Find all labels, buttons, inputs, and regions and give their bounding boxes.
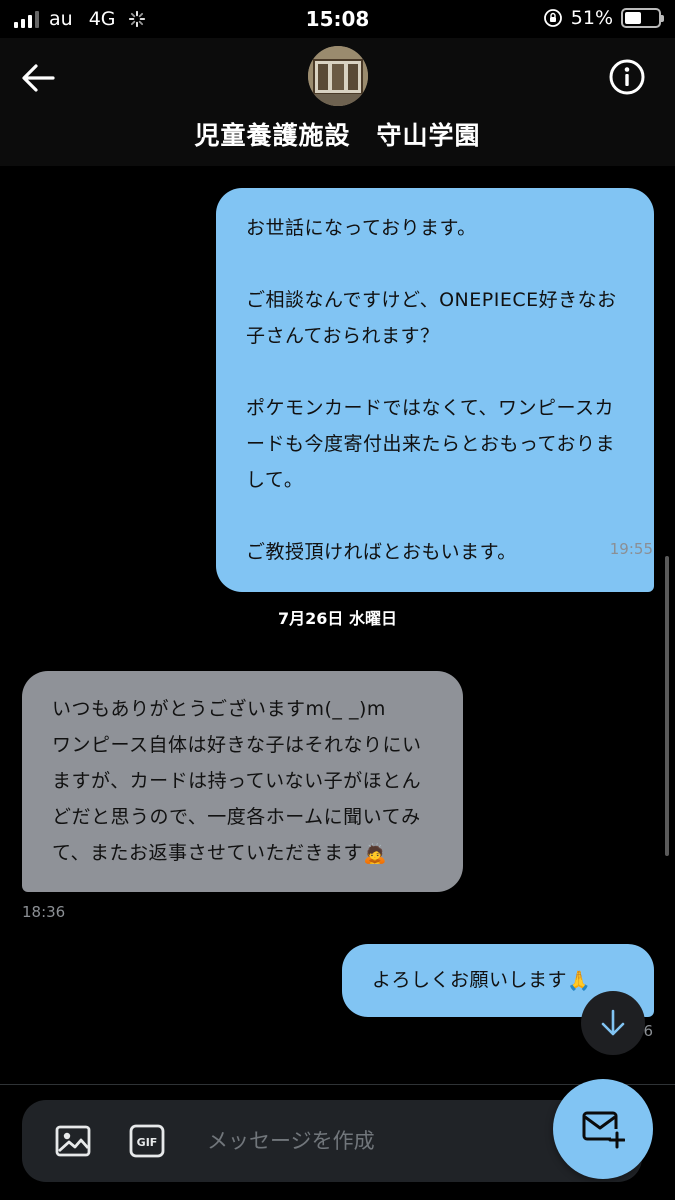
avatar-image [308, 46, 368, 106]
arrow-down-icon [601, 1009, 625, 1036]
image-attach-button[interactable] [54, 1122, 92, 1160]
conversation-header: 児童養護施設 守山学園 [0, 38, 675, 166]
date-separator: 7月26日 水曜日 [278, 609, 397, 628]
scroll-to-bottom-button[interactable] [581, 991, 645, 1055]
gif-label: GIF [137, 1136, 158, 1149]
battery-percent: 51% [570, 7, 613, 29]
message-text: お世話になっております。 ご相談なんですけど、ONEPIECE好きなお子さんてお… [246, 217, 617, 563]
info-button[interactable] [607, 57, 647, 97]
folded-hands-emoji: 🙏 [567, 969, 592, 992]
battery-icon [621, 8, 664, 28]
orientation-lock-icon [543, 9, 562, 27]
status-right: 51% [543, 7, 664, 29]
avatar[interactable] [308, 46, 368, 106]
scrollbar[interactable] [665, 556, 669, 856]
new-message-icon [582, 1111, 625, 1149]
message-input[interactable] [207, 1100, 557, 1182]
message-list[interactable]: お世話になっております。 ご相談なんですけど、ONEPIECE好きなお子さんてお… [0, 166, 675, 1084]
new-message-button[interactable] [553, 1079, 653, 1179]
outgoing-message[interactable]: お世話になっております。 ご相談なんですけど、ONEPIECE好きなお子さんてお… [216, 188, 654, 592]
incoming-message[interactable]: いつもありがとうございますm(_ _)m ワンピース自体は好きな子はそれなりにい… [22, 671, 463, 892]
message-timestamp: 18:36 [22, 903, 66, 921]
message-composer: GIF [22, 1100, 642, 1182]
image-icon [55, 1125, 91, 1157]
status-bar: au 4G 15:08 51% [0, 0, 675, 38]
message-timestamp: 19:55 [609, 540, 653, 558]
composer-divider [0, 1084, 675, 1085]
back-button[interactable] [18, 58, 58, 98]
bowing-person-emoji: 🙇 [363, 842, 388, 865]
info-circle-icon [609, 59, 645, 95]
arrow-left-icon [22, 64, 55, 92]
battery-level-fill [625, 12, 642, 24]
gif-icon: GIF [129, 1124, 165, 1158]
message-text: よろしくお願いします [372, 969, 568, 991]
conversation-title: 児童養護施設 守山学園 [194, 121, 481, 150]
gif-button[interactable]: GIF [129, 1124, 165, 1158]
